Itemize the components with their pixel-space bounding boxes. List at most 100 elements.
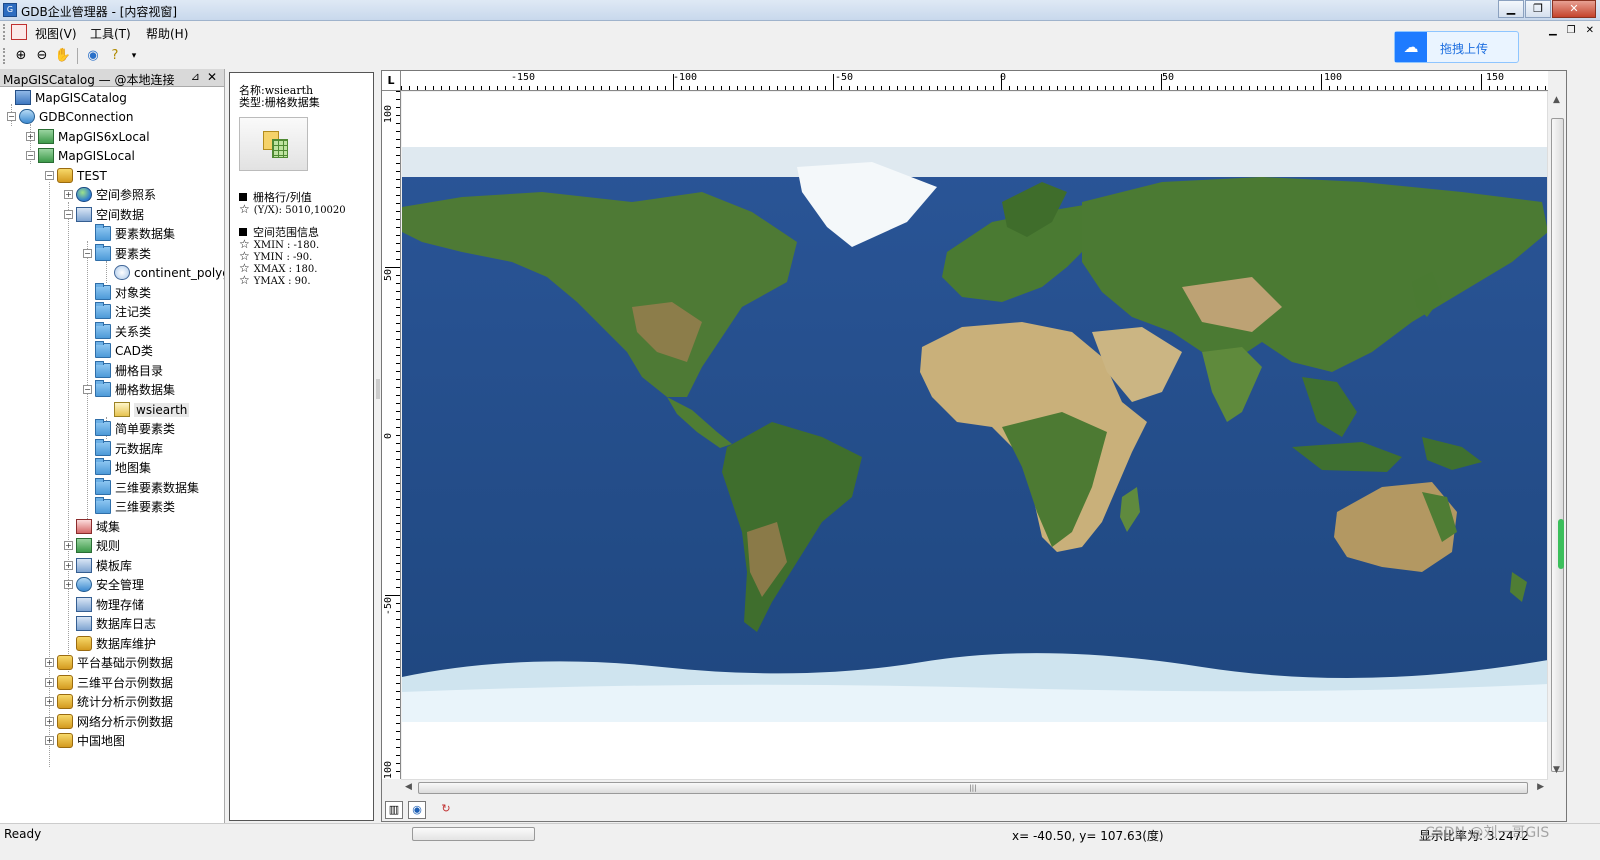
expand-toggle[interactable]: + [45, 717, 54, 726]
scroll-thumb[interactable] [1551, 118, 1564, 772]
tree-item-object-class[interactable]: 对象类 [95, 283, 151, 302]
tree-item-raster-catalog[interactable]: 栅格目录 [95, 361, 163, 380]
pan-hand-icon[interactable]: ✋ [54, 47, 72, 65]
tree-item-annotation-class[interactable]: 注记类 [95, 302, 151, 321]
expand-toggle[interactable]: + [64, 580, 73, 589]
status-ready: Ready [4, 827, 42, 841]
ruler-tick [1337, 86, 1338, 90]
tree-item-simple-feature-class[interactable]: 简单要素类 [95, 419, 175, 438]
mdi-minimize-button[interactable]: ▁ [1549, 25, 1557, 36]
map-horizontal-scrollbar[interactable]: ◀ ||| ▶ [401, 779, 1548, 796]
folder-icon [95, 322, 111, 339]
expand-toggle[interactable]: + [64, 561, 73, 570]
tree-item-3d-feature-dataset[interactable]: 三维要素数据集 [95, 478, 199, 497]
collapse-toggle[interactable]: − [83, 385, 92, 394]
ruler-tick [857, 86, 858, 90]
tree-item-gdbconnection[interactable]: − GDBConnection [7, 107, 133, 126]
tree-item-feature-dataset[interactable]: 要素数据集 [95, 224, 175, 243]
tree-item-physical-storage[interactable]: 物理存储 [76, 595, 144, 614]
catalog-close-icon[interactable]: ✕ [207, 70, 217, 84]
ruler-tick [396, 723, 400, 724]
tree-item-db-log[interactable]: 数据库日志 [76, 614, 156, 633]
tree-item-stats-sample-data[interactable]: + 统计分析示例数据 [45, 692, 173, 711]
close-button[interactable]: ✕ [1552, 0, 1596, 18]
expand-toggle[interactable]: + [45, 658, 54, 667]
tree-item-continent-polygon[interactable]: continent_polyg [114, 263, 224, 282]
expand-toggle[interactable]: + [26, 132, 35, 141]
scroll-thumb[interactable]: ||| [418, 782, 1528, 794]
globe-view-icon[interactable]: ◉ [408, 801, 426, 819]
menu-view[interactable]: 视图(V) [35, 25, 77, 42]
menu-help[interactable]: 帮助(H) [146, 25, 188, 42]
tree-item-map-set[interactable]: 地图集 [95, 458, 151, 477]
splitter-knob[interactable] [376, 379, 380, 399]
tree-item-test[interactable]: − TEST [45, 166, 107, 185]
tree-item-label: 栅格数据集 [115, 383, 176, 397]
collapse-toggle[interactable]: − [83, 249, 92, 258]
collapse-toggle[interactable]: − [26, 151, 35, 160]
zoom-out-icon[interactable]: ⊖ [33, 47, 51, 65]
mdi-close-button[interactable]: ✕ [1586, 25, 1594, 36]
ruler-tick [513, 86, 514, 90]
mdi-restore-button[interactable]: ❐ [1567, 25, 1576, 36]
tree-item-metadata-db[interactable]: 元数据库 [95, 439, 163, 458]
refresh-icon[interactable]: ↻ [437, 801, 455, 819]
tree-item-db-maintenance[interactable]: 数据库维护 [76, 634, 156, 653]
ruler-tick [385, 595, 400, 596]
minimize-button[interactable]: ▁ [1498, 0, 1524, 18]
tree-item-domain-set[interactable]: 域集 [76, 517, 120, 536]
scroll-right-icon[interactable]: ▶ [1537, 782, 1544, 792]
ruler-tick [396, 187, 400, 188]
tree-item-3d-sample-data[interactable]: + 三维平台示例数据 [45, 673, 173, 692]
tree-item-mapgislocal[interactable]: − MapGISLocal [26, 146, 135, 165]
expand-toggle[interactable]: + [45, 697, 54, 706]
top-ruler: -150 -100 -50 0 50 100 150 [401, 71, 1548, 91]
ruler-tick [913, 86, 914, 90]
ruler-tick [1217, 86, 1218, 90]
tree-item-relation-class[interactable]: 关系类 [95, 322, 151, 341]
ruler-tick [396, 155, 400, 156]
tree-item-raster-dataset[interactable]: − 栅格数据集 [83, 380, 175, 399]
expand-toggle[interactable]: + [64, 190, 73, 199]
app-icon: G [3, 3, 17, 17]
upload-widget[interactable]: ☁ 拖拽上传 [1394, 31, 1519, 63]
tree-item-rules[interactable]: + 规则 [64, 536, 120, 555]
collapse-toggle[interactable]: − [45, 171, 54, 180]
ruler-tick [396, 739, 400, 740]
ruler-unit-corner[interactable]: L [382, 71, 401, 91]
zoom-in-icon[interactable]: ⊕ [12, 47, 30, 65]
tree-item-platform-sample-data[interactable]: + 平台基础示例数据 [45, 653, 173, 672]
tree-item-3d-feature-class[interactable]: 三维要素类 [95, 497, 175, 516]
tree-item-mapgis6xlocal[interactable]: + MapGIS6xLocal [26, 127, 150, 146]
ruler-tick [1473, 86, 1474, 90]
scroll-up-icon[interactable]: ▲ [1553, 95, 1560, 105]
tree-item-cad-class[interactable]: CAD类 [95, 341, 153, 360]
toolbar-overflow-icon[interactable]: ▾ [125, 47, 143, 65]
ruler-tick [777, 86, 778, 90]
collapse-toggle[interactable]: − [64, 210, 73, 219]
tree-item-wsiearth[interactable]: wsiearth [114, 400, 190, 419]
restore-button[interactable]: ❐ [1525, 0, 1551, 18]
tree-item-china-map[interactable]: + 中国地图 [45, 731, 125, 750]
expand-toggle[interactable]: + [45, 736, 54, 745]
collapse-toggle[interactable]: − [7, 112, 16, 121]
pin-icon[interactable]: ⊿ [191, 70, 200, 83]
menu-tools[interactable]: 工具(T) [90, 25, 131, 42]
map-canvas[interactable] [402, 92, 1548, 779]
scroll-left-icon[interactable]: ◀ [405, 782, 412, 792]
tree-item-spatial-data[interactable]: − 空间数据 [64, 205, 144, 224]
help-icon[interactable]: ? [106, 47, 124, 65]
document-icon[interactable] [11, 24, 27, 40]
map-vertical-scrollbar[interactable]: ▲ ▼ [1547, 91, 1566, 779]
layout-view-icon[interactable]: ▥ [385, 801, 403, 819]
tree-item-security[interactable]: + 安全管理 [64, 575, 144, 594]
tree-item-template-library[interactable]: + 模板库 [64, 556, 132, 575]
tree-item-mapgiscatalog[interactable]: MapGISCatalog [3, 88, 127, 107]
globe-icon[interactable]: ◉ [84, 47, 102, 65]
expand-toggle[interactable]: + [45, 678, 54, 687]
scroll-down-icon[interactable]: ▼ [1553, 765, 1560, 775]
tree-item-feature-class[interactable]: − 要素类 [83, 244, 151, 263]
tree-item-network-sample-data[interactable]: + 网络分析示例数据 [45, 712, 173, 731]
expand-toggle[interactable]: + [64, 541, 73, 550]
tree-item-spatial-reference[interactable]: + 空间参照系 [64, 185, 156, 204]
